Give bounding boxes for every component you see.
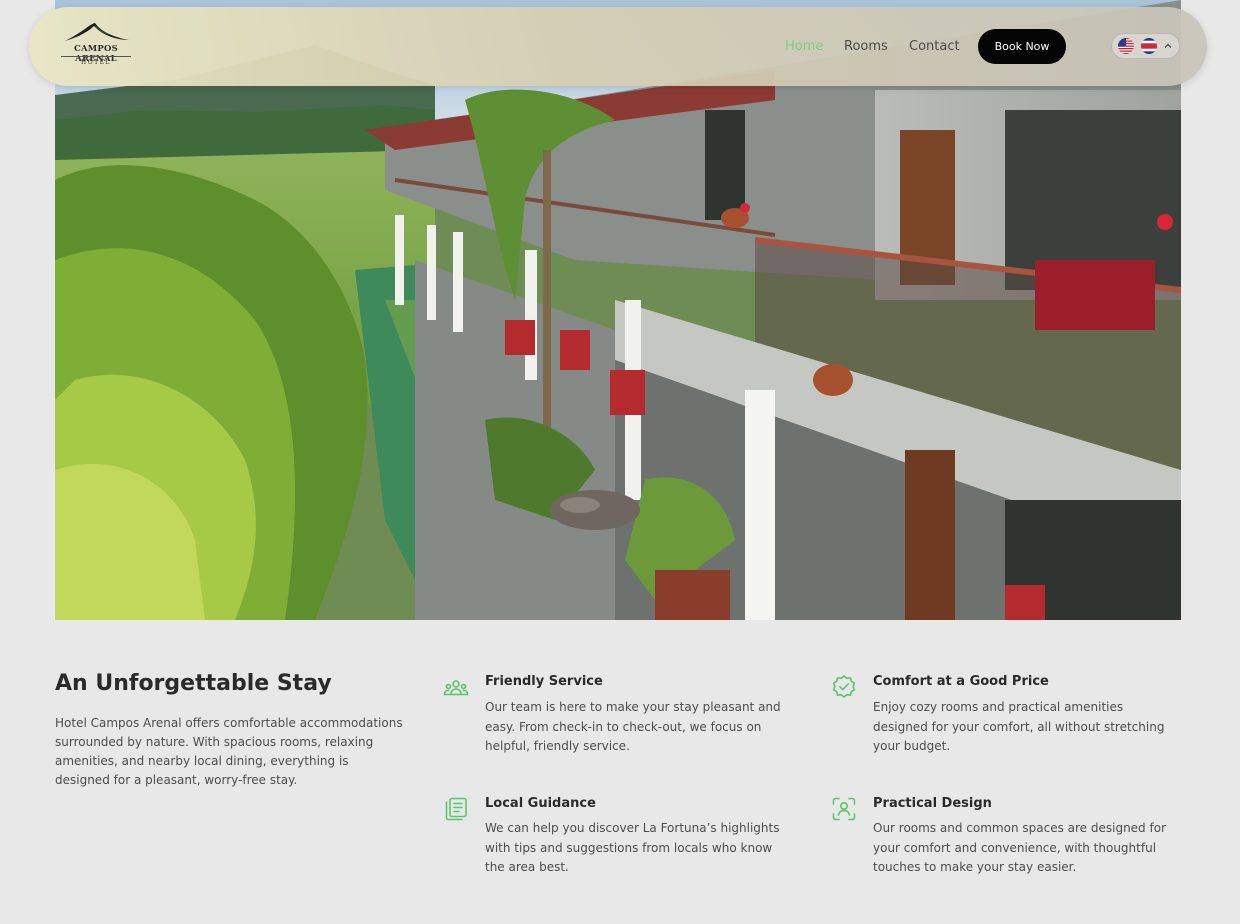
language-selector[interactable] [1111,33,1180,59]
feature-title: Friendly Service [485,674,603,689]
guide-book-icon [443,796,469,822]
costa-rica-flag-icon[interactable] [1141,38,1157,54]
feature-title: Practical Design [873,796,992,811]
logo-divider [61,56,131,57]
nav-link-contact[interactable]: Contact [909,39,960,54]
top-navbar: CAMPOS ARENAL HOTEL Home Rooms Contact B… [29,7,1207,86]
feature-description: Our rooms and common spaces are designed… [873,821,1166,874]
people-icon [443,675,469,701]
hotel-logo[interactable]: CAMPOS ARENAL HOTEL [59,21,133,67]
feature-description: Our team is here to make your stay pleas… [485,700,781,753]
mountain-logo-icon [65,23,129,41]
feature-title: Local Guidance [485,796,596,811]
feature-description: Enjoy cozy rooms and practical amenities… [873,700,1165,753]
us-flag-icon[interactable] [1118,38,1134,54]
user-focus-icon [831,796,857,822]
chevron-up-icon[interactable] [1163,40,1173,52]
nav-link-home[interactable]: Home [785,39,823,54]
book-now-button[interactable]: Book Now [978,29,1066,64]
section-title: An Unforgettable Stay [55,671,332,696]
nav-link-rooms[interactable]: Rooms [844,39,888,54]
hero-image [55,0,1181,620]
feature-description: We can help you discover La Fortuna’s hi… [485,821,780,874]
logo-subtitle: HOTEL [80,59,112,66]
section-description: Hotel Campos Arenal offers comfortable a… [55,716,403,787]
feature-title: Comfort at a Good Price [873,674,1049,689]
badge-check-icon [831,674,857,700]
